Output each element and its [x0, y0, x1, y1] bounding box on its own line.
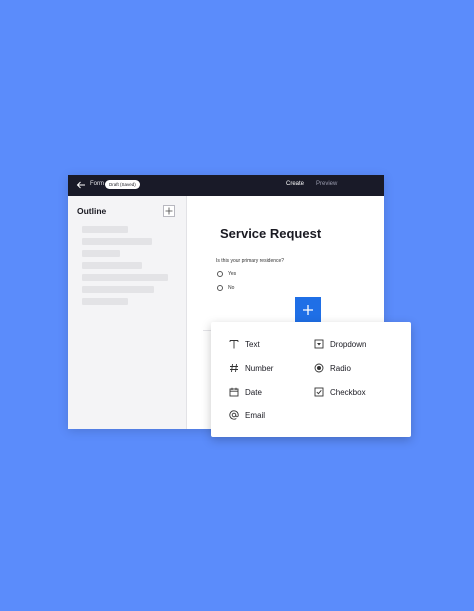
plus-icon: [303, 305, 313, 315]
menu-item-date[interactable]: Date: [229, 387, 262, 397]
menu-item-label: Number: [245, 363, 274, 373]
outline-placeholder-line: [82, 238, 152, 245]
hash-icon: [229, 363, 239, 373]
calendar-icon: [229, 387, 239, 397]
form-title[interactable]: Service Request: [220, 226, 321, 241]
option-label: No: [228, 285, 235, 291]
question-label: Is this your primary residence?: [216, 258, 285, 264]
outline-placeholder-line: [82, 250, 120, 257]
menu-item-email[interactable]: Email: [229, 410, 265, 420]
menu-item-checkbox[interactable]: Checkbox: [314, 387, 366, 397]
outline-placeholder-line: [82, 298, 128, 305]
outline-placeholder-line: [82, 274, 168, 281]
plus-icon: [165, 207, 173, 215]
form-label: Form: [90, 181, 104, 187]
menu-item-text[interactable]: Text: [229, 339, 260, 349]
menu-item-radio[interactable]: Radio: [314, 363, 351, 373]
status-badge: Draft (Saved): [105, 180, 140, 189]
radio-icon: [314, 363, 324, 373]
menu-item-label: Text: [245, 339, 260, 349]
radio-option-yes[interactable]: Yes: [217, 271, 236, 277]
menu-item-label: Date: [245, 387, 262, 397]
radio-icon: [217, 271, 223, 277]
dropdown-icon: [314, 339, 324, 349]
menu-item-label: Checkbox: [330, 387, 366, 397]
field-type-menu: Text Dropdown Number Radio Date Checkbox: [211, 322, 411, 437]
text-icon: [229, 339, 239, 349]
tab-create[interactable]: Create: [286, 181, 304, 187]
menu-item-label: Radio: [330, 363, 351, 373]
radio-option-no[interactable]: No: [217, 285, 234, 291]
menu-item-label: Dropdown: [330, 339, 367, 349]
tab-preview[interactable]: Preview: [316, 181, 337, 187]
back-arrow-icon[interactable]: [76, 180, 86, 190]
outline-placeholder-line: [82, 286, 154, 293]
menu-item-number[interactable]: Number: [229, 363, 273, 373]
radio-icon: [217, 285, 223, 291]
outline-sidebar: Outline: [68, 196, 186, 429]
menu-item-dropdown[interactable]: Dropdown: [314, 339, 366, 349]
outline-placeholder-line: [82, 226, 128, 233]
menu-item-label: Email: [245, 410, 266, 420]
outline-placeholder-line: [82, 262, 142, 269]
option-label: Yes: [228, 271, 237, 277]
outline-title: Outline: [77, 206, 107, 216]
add-section-button[interactable]: [163, 205, 175, 217]
top-bar: Form Draft (Saved) Create Preview: [68, 175, 384, 196]
add-field-button[interactable]: [295, 297, 321, 323]
at-icon: [229, 410, 239, 420]
checkbox-icon: [314, 387, 324, 397]
